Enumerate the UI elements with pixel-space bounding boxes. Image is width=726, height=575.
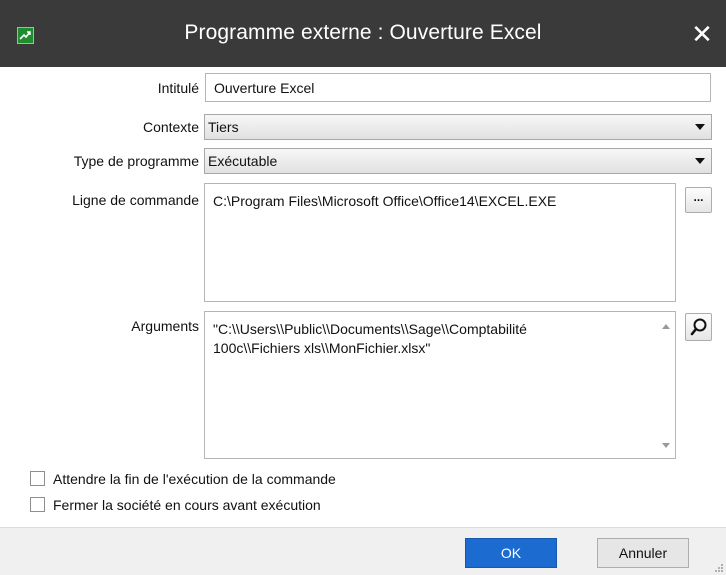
resize-grip-icon[interactable] [713,562,723,572]
intitule-label: Intitulé [157,80,199,96]
chevron-down-icon [695,158,705,164]
arguments-text: "C:\\Users\\Public\\Documents\\Sage\\Com… [213,320,651,358]
type-programme-label: Type de programme [73,153,199,169]
scroll-up-icon[interactable] [662,324,670,329]
arguments-line-1: "C:\\Users\\Public\\Documents\\Sage\\Com… [213,321,527,337]
ok-button[interactable]: OK [465,538,557,568]
scroll-down-icon[interactable] [662,443,670,448]
ligne-commande-label: Ligne de commande [72,192,199,208]
arguments-scrollbar[interactable] [657,312,675,458]
option-fermer-societe-checkbox[interactable] [30,497,45,512]
arguments-label: Arguments [131,318,199,334]
cancel-button[interactable]: Annuler [597,538,689,568]
arguments-search-button[interactable] [685,313,712,341]
arguments-field[interactable]: "C:\\Users\\Public\\Documents\\Sage\\Com… [204,311,676,459]
window-title: Programme externe : Ouverture Excel [184,21,542,44]
browse-button[interactable]: ... [685,187,712,213]
option-fermer-societe-label: Fermer la société en cours avant exécuti… [53,497,321,513]
type-programme-value: Exécutable [208,153,278,169]
title-bar: Programme externe : Ouverture Excel ✕ [0,0,726,67]
magnifier-icon [690,318,707,336]
contexte-value: Tiers [208,119,239,135]
option-attendre-fin-label: Attendre la fin de l'exécution de la com… [53,471,336,487]
contexte-label: Contexte [142,119,199,135]
contexte-select[interactable]: Tiers [204,114,712,140]
type-programme-select[interactable]: Exécutable [204,148,712,174]
dialog-footer: OK Annuler [0,527,726,575]
close-icon[interactable]: ✕ [688,21,716,49]
intitule-field[interactable] [205,73,711,102]
option-attendre-fin-checkbox[interactable] [30,471,45,486]
ligne-commande-field[interactable]: C:\Program Files\Microsoft Office\Office… [204,183,676,302]
arguments-line-2: 100c\\Fichiers xls\\MonFichier.xlsx" [213,340,431,356]
ligne-commande-value: C:\Program Files\Microsoft Office\Office… [213,193,557,209]
chevron-down-icon [695,124,705,130]
